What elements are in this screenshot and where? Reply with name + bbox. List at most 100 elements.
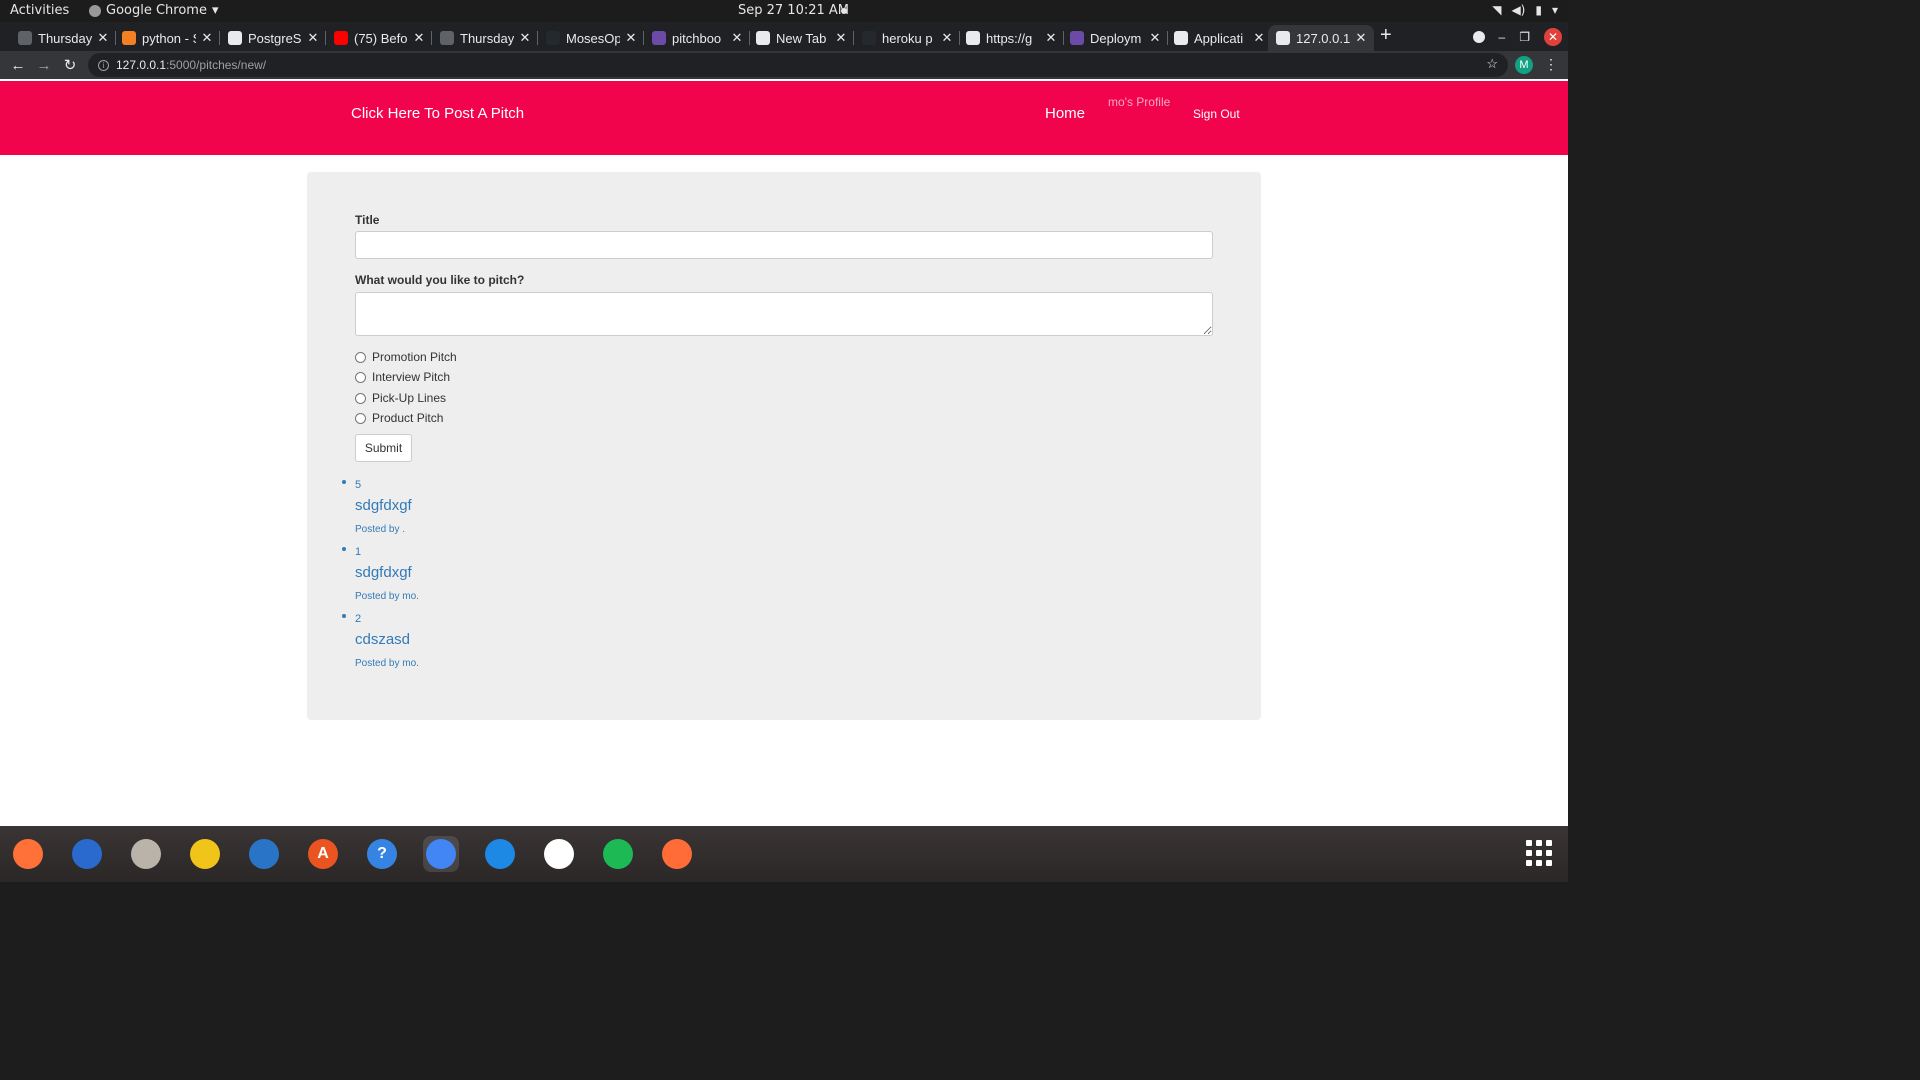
browser-tab[interactable]: PostgreS ✕ [220,25,326,51]
pitch-title-link[interactable]: sdgfdxgf [355,497,412,514]
browser-tab[interactable]: Thursday ✕ [10,25,116,51]
thunderbird-icon-glyph [72,839,102,869]
tab-close-icon[interactable]: ✕ [306,30,320,46]
minimize-icon[interactable]: – [1499,30,1506,44]
software-icon-glyph: A [308,839,338,869]
postman-icon[interactable] [659,836,695,872]
pitch-label: What would you like to pitch? [355,273,525,287]
writer-icon[interactable] [246,836,282,872]
clock[interactable]: Sep 27 10:21 AM [738,3,849,18]
pitch-list-item: 2 cdszasd Posted by mo. [342,609,655,669]
battery-icon: ▮ [1535,3,1542,17]
browser-tab[interactable]: pitchboo ✕ [644,25,750,51]
radio-button[interactable] [355,371,366,383]
slack-icon-glyph [544,839,574,869]
radio-button[interactable] [355,392,366,404]
submit-button[interactable]: Submit [355,434,412,462]
browser-tab[interactable]: New Tab ✕ [748,25,854,51]
pitch-title-link[interactable]: cdszasd [355,631,410,648]
pitch-textarea[interactable] [355,292,1213,336]
address-bar[interactable]: i 127.0.0.1:5000/pitches/new/ ☆ [88,53,1508,77]
chrome-icon[interactable] [423,836,459,872]
sign-out-link[interactable]: Sign Out [1193,107,1240,121]
tab-close-icon[interactable]: ✕ [1252,30,1266,46]
radio-button[interactable] [355,351,366,363]
gnome-top-bar: Activities Google Chrome ▾ Sep 27 10:21 … [0,0,1568,22]
pitch-posted-by: Posted by mo. [355,658,419,669]
browser-tab[interactable]: heroku p ✕ [854,25,960,51]
show-applications-icon[interactable] [1526,840,1552,866]
radio-button[interactable] [355,412,366,424]
tab-favicon-icon [18,31,32,45]
postman-icon-glyph [662,839,692,869]
browser-tab[interactable]: Applicati ✕ [1166,25,1272,51]
browser-tab[interactable]: https://g ✕ [958,25,1064,51]
system-menu[interactable]: ◥ ◀) ▮ ▾ [1492,3,1558,17]
browser-tab[interactable]: MosesOp ✕ [538,25,644,51]
tab-close-icon[interactable]: ✕ [518,30,532,46]
tab-close-icon[interactable]: ✕ [96,30,110,46]
tab-close-icon[interactable]: ✕ [940,30,954,46]
new-tab-plus-icon[interactable]: + [1380,25,1392,45]
tab-favicon-icon [966,31,980,45]
profile-avatar[interactable]: M [1515,56,1533,74]
title-label: Title [355,213,380,227]
tab-favicon-icon [228,31,242,45]
tab-close-icon[interactable]: ✕ [200,30,214,46]
slack-icon[interactable] [541,836,577,872]
tab-close-icon[interactable]: ✕ [624,30,638,46]
spotify-icon[interactable] [600,836,636,872]
tab-label: New Tab [776,30,827,46]
category-radio[interactable]: Product Pitch [355,411,443,425]
tab-favicon-icon [334,31,348,45]
browser-tab[interactable]: Thursday ✕ [432,25,538,51]
firefox-icon-glyph [13,839,43,869]
home-link[interactable]: Home [1045,105,1085,122]
caret-down-icon: ▾ [211,3,219,18]
browser-tab[interactable]: python - S ✕ [114,25,220,51]
chrome-icon-glyph [426,839,456,869]
app-menu[interactable]: Google Chrome ▾ [89,3,219,18]
tab-close-icon[interactable]: ✕ [1148,30,1162,46]
pitch-list-item: 5 sdgfdxgf Posted by . [342,475,655,535]
window-close-icon[interactable]: ✕ [1544,27,1562,46]
chrome-menu-icon[interactable]: ⋮ [1544,56,1558,73]
vscode-icon[interactable] [482,836,518,872]
software-icon[interactable]: A [305,836,341,872]
category-radio[interactable]: Interview Pitch [355,370,450,384]
activities-button[interactable]: Activities [10,3,69,18]
volume-icon: ◀) [1511,3,1526,17]
tab-favicon-icon [1276,31,1290,45]
tab-label: https://g [986,30,1033,46]
tab-close-icon[interactable]: ✕ [1354,30,1368,46]
thunderbird-icon[interactable] [69,836,105,872]
restore-icon[interactable]: ❐ [1519,30,1530,44]
tab-close-icon[interactable]: ✕ [730,30,744,46]
reload-icon[interactable]: ↻ [57,56,83,74]
bookmark-star-icon[interactable]: ☆ [1486,56,1498,72]
category-radio[interactable]: Pick-Up Lines [355,391,446,405]
help-icon[interactable]: ? [364,836,400,872]
tab-favicon-icon [546,31,560,45]
browser-tab[interactable]: Deploym ✕ [1062,25,1168,51]
pitch-number: 2 [355,613,362,625]
site-info-icon[interactable]: i [98,59,109,71]
browser-tab[interactable]: 127.0.0.1: ✕ [1268,25,1374,51]
firefox-icon[interactable] [10,836,46,872]
back-arrow-icon[interactable]: ← [5,57,31,74]
tab-close-icon[interactable]: ✕ [1044,30,1058,46]
title-input[interactable] [355,231,1213,259]
post-pitch-link[interactable]: Click Here To Post A Pitch [351,105,524,122]
tab-close-icon[interactable]: ✕ [412,30,426,46]
forward-arrow-icon[interactable]: → [31,57,57,74]
url-path: :5000/pitches/new/ [166,58,267,72]
pitch-title-link[interactable]: sdgfdxgf [355,564,412,581]
files-icon[interactable] [128,836,164,872]
tab-search-icon[interactable] [1472,30,1485,43]
tab-close-icon[interactable]: ✕ [834,30,848,46]
profile-link[interactable]: mo's Profile [1108,95,1170,109]
tab-favicon-icon [122,31,136,45]
rhythmbox-icon[interactable] [187,836,223,872]
category-radio[interactable]: Promotion Pitch [355,350,457,364]
browser-tab[interactable]: (75) Befo ✕ [326,25,432,51]
